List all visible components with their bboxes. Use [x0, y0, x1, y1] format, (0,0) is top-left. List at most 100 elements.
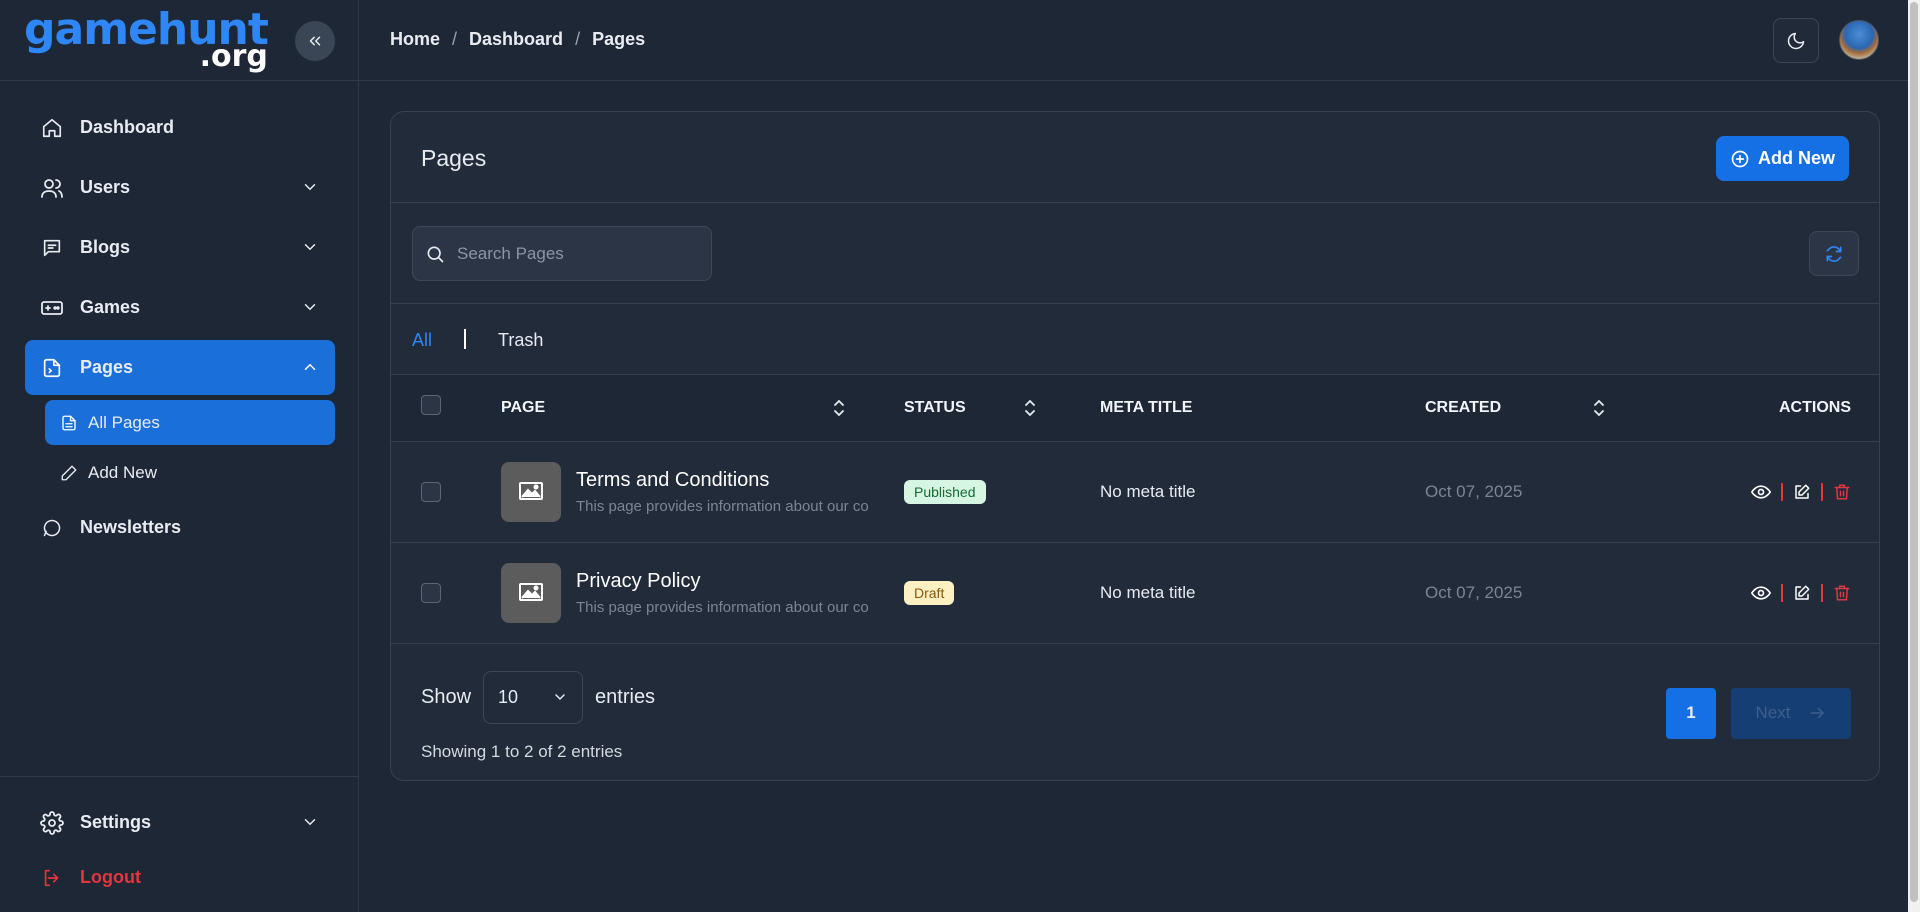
- pagination-next-button[interactable]: Next: [1731, 687, 1851, 739]
- file-icon: [60, 414, 78, 432]
- entries-select[interactable]: 10: [483, 670, 584, 724]
- logout-icon: [40, 866, 64, 890]
- table-row: Terms and Conditions This page provides …: [391, 441, 1879, 542]
- home-icon: [40, 116, 64, 140]
- tab-trash[interactable]: Trash: [498, 330, 543, 351]
- pencil-icon: [60, 464, 78, 482]
- arrow-right-icon: [1810, 707, 1825, 719]
- created-date-cell: Oct 07, 2025: [1425, 481, 1523, 501]
- add-new-button[interactable]: Add New: [1716, 136, 1849, 181]
- sort-icon: [1025, 399, 1035, 417]
- sort-icon: [834, 399, 844, 417]
- sidebar-item-label: Newsletters: [80, 517, 182, 537]
- sidebar: gamehunt .org Dashboard Users Blogs Game…: [0, 0, 359, 912]
- pages-card: Pages Add New All Trash PAGE: [390, 111, 1880, 781]
- sidebar-item-pages[interactable]: Pages: [25, 340, 335, 395]
- breadcrumb-home[interactable]: Home: [390, 29, 440, 50]
- breadcrumb-dashboard[interactable]: Dashboard: [469, 29, 563, 50]
- column-header-label: CREATED: [1425, 398, 1502, 416]
- scrollbar-thumb[interactable]: [1910, 2, 1918, 902]
- sidebar-nav: Dashboard Users Blogs Games Pages All Pa…: [25, 100, 335, 560]
- sidebar-item-newsletters[interactable]: Newsletters: [25, 500, 335, 555]
- breadcrumb-separator: /: [575, 29, 581, 49]
- eye-icon[interactable]: [1751, 482, 1771, 502]
- add-new-label: Add New: [1757, 148, 1835, 168]
- entries-label: entries: [595, 685, 656, 708]
- action-divider: [1821, 482, 1823, 501]
- row-actions: [1641, 583, 1879, 603]
- page-name[interactable]: Privacy Policy: [576, 570, 876, 593]
- sidebar-subitem-label: Add New: [88, 462, 157, 482]
- gamepad-icon: [40, 296, 64, 320]
- image-placeholder-icon: [519, 582, 543, 601]
- sort-icon: [1594, 399, 1604, 417]
- sidebar-item-blogs[interactable]: Blogs: [25, 220, 335, 275]
- collapse-sidebar-button[interactable]: [295, 21, 335, 61]
- column-header-created[interactable]: CREATED: [1425, 375, 1641, 441]
- eye-icon[interactable]: [1751, 583, 1771, 603]
- users-icon: [40, 176, 64, 200]
- row-checkbox[interactable]: [421, 481, 441, 502]
- show-label: Show: [421, 685, 472, 708]
- row-actions: [1641, 482, 1879, 502]
- search-input[interactable]: [457, 243, 697, 264]
- sidebar-bottom: Settings Logout: [0, 776, 359, 912]
- tab-divider: [464, 329, 466, 349]
- sidebar-subitem-add-new[interactable]: Add New: [45, 450, 335, 495]
- avatar[interactable]: [1839, 20, 1879, 60]
- sidebar-item-dashboard[interactable]: Dashboard: [25, 100, 335, 155]
- entries-select-value: 10: [498, 686, 519, 707]
- column-header-actions: ACTIONS: [1641, 375, 1879, 441]
- sidebar-item-label: Settings: [80, 812, 152, 832]
- trash-icon[interactable]: [1833, 482, 1851, 502]
- page-scrollbar[interactable]: [1908, 0, 1920, 912]
- sidebar-item-label: Pages: [80, 357, 134, 377]
- image-placeholder-icon: [519, 481, 543, 500]
- trash-icon[interactable]: [1833, 583, 1851, 603]
- page-thumbnail: [501, 562, 561, 623]
- sidebar-subitem-all-pages[interactable]: All Pages: [45, 400, 335, 445]
- sidebar-item-label: Blogs: [80, 237, 131, 257]
- column-header-meta-title: META TITLE: [1100, 375, 1425, 441]
- tab-all[interactable]: All: [412, 330, 432, 351]
- refresh-button[interactable]: [1809, 231, 1859, 276]
- page-thumbnail: [501, 461, 561, 522]
- status-tabs: All Trash: [391, 304, 1879, 375]
- brand-logo[interactable]: gamehunt .org: [24, 8, 269, 72]
- column-header-label: ACTIONS: [1779, 398, 1851, 416]
- showing-entries-text: Showing 1 to 2 of 2 entries: [421, 741, 623, 761]
- page-name[interactable]: Terms and Conditions: [576, 469, 876, 492]
- next-label: Next: [1755, 703, 1791, 722]
- status-badge: Draft: [904, 580, 955, 605]
- toolbar: [391, 203, 1879, 304]
- refresh-icon: [1826, 245, 1842, 262]
- chevron-down-icon: [304, 304, 316, 311]
- page-description: This page provides information about our…: [576, 598, 869, 616]
- theme-toggle-button[interactable]: [1773, 18, 1819, 63]
- pages-submenu: All Pages Add New: [25, 400, 335, 495]
- pages-table: PAGE STATUS META TITLE CREATED ACTIONS T…: [391, 375, 1879, 644]
- page-title: Pages: [421, 145, 487, 171]
- chevron-down-icon: [304, 184, 316, 191]
- column-header-page[interactable]: PAGE: [501, 375, 904, 441]
- edit-icon[interactable]: [1793, 584, 1811, 602]
- sidebar-item-label: Games: [80, 297, 141, 317]
- sidebar-item-users[interactable]: Users: [25, 160, 335, 215]
- status-badge: Published: [904, 479, 986, 504]
- sidebar-item-games[interactable]: Games: [25, 280, 335, 335]
- column-header-status[interactable]: STATUS: [904, 375, 1100, 441]
- page-cell: Privacy Policy This page provides inform…: [501, 562, 904, 623]
- select-all-checkbox[interactable]: [421, 394, 441, 415]
- row-checkbox[interactable]: [421, 582, 441, 603]
- search-icon: [427, 246, 444, 262]
- meta-title-cell: No meta title: [1100, 582, 1196, 602]
- sidebar-item-logout[interactable]: Logout: [25, 850, 335, 905]
- pagination-page-1[interactable]: 1: [1666, 687, 1716, 739]
- entries-per-page: Show 10 entries: [421, 670, 656, 724]
- sidebar-item-settings[interactable]: Settings: [25, 795, 335, 850]
- edit-icon[interactable]: [1793, 483, 1811, 501]
- card-header: Pages Add New: [391, 112, 1879, 203]
- action-divider: [1781, 583, 1783, 602]
- chat-bubble-icon: [40, 516, 64, 540]
- column-header-label: PAGE: [501, 398, 546, 416]
